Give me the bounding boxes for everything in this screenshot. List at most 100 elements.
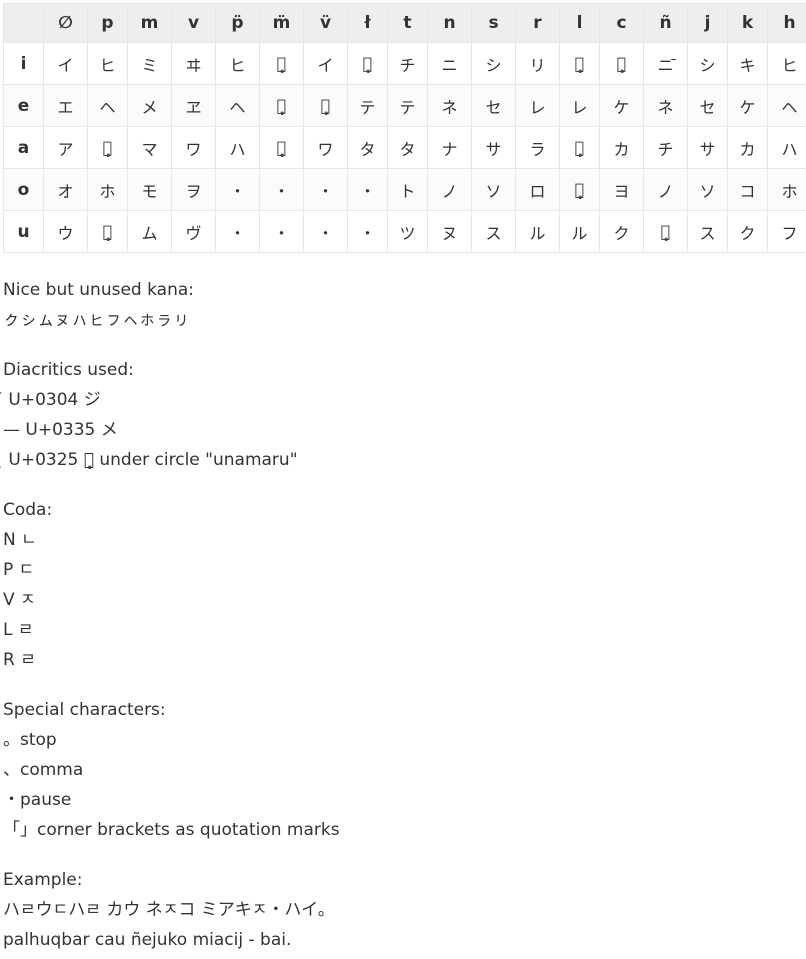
- kana-cell: ・: [215, 168, 260, 211]
- column-header: m̈: [259, 3, 304, 43]
- notes-section: Example: ハㄹウㄷハㄹ カウ ネㅈコ ミアキㅈ・ハイ。 palhuqbar …: [3, 865, 806, 955]
- kana-cell: レ: [559, 84, 600, 127]
- column-header: n: [427, 3, 472, 43]
- kana-cell: ロ̥: [559, 168, 600, 211]
- kana-cell: ・: [347, 210, 388, 253]
- kana-cell: ・: [215, 210, 260, 253]
- kana-cell: ハ: [767, 126, 806, 169]
- kana-cell: チ: [387, 42, 428, 85]
- kana-cell: メ̥: [259, 84, 304, 127]
- column-header: ñ: [643, 3, 688, 43]
- kana-cell: ク: [727, 210, 768, 253]
- column-header: j: [687, 3, 728, 43]
- kana-cell: ヲ: [171, 168, 216, 211]
- kana-cell: ク: [599, 210, 644, 253]
- table-row: a アハ̥ マワハマ̥ ワタタナサララ̥ カチサカハ: [3, 126, 806, 169]
- kana-cell: ヘ: [767, 84, 806, 127]
- page: ∅ p m v p̈ m̈ v̈ ł t n s r l c ñ j k h i イヒミヰヒミ̥ イチ̥ チニシリリ̥ キ…: [0, 0, 806, 955]
- column-header: r: [515, 3, 560, 43]
- kana-cell: フ: [767, 210, 806, 253]
- section-line: palhuqbar cau ñejuko miacij - bai.: [3, 930, 292, 950]
- row-label: a: [3, 126, 44, 169]
- section-line: ̥ U+0325 シ̥ under circle "unamaru": [3, 450, 298, 470]
- notes-section: Coda: N ㄴ P ㄷ V ㅈ L ㄹ R ㄹ: [3, 495, 806, 675]
- notes-section: Nice but unused kana: ㇰㇱㇺㇴㇵㇶㇷㇸㇹㇻㇼ: [3, 275, 806, 335]
- kana-cell: ム: [127, 210, 172, 253]
- header-row: ∅ p m v p̈ m̈ v̈ ł t n s r l c ñ j k h: [3, 3, 806, 43]
- kana-cell: ツ: [387, 210, 428, 253]
- column-header: p̈: [215, 3, 260, 43]
- kana-cell: ト: [387, 168, 428, 211]
- kana-cell: ナ: [427, 126, 472, 169]
- section-heading: Diacritics used:: [3, 360, 134, 380]
- section-heading: Coda:: [3, 500, 53, 520]
- section-line: — U+0335 メ: [3, 420, 118, 440]
- kana-cell: ワ: [171, 126, 216, 169]
- kana-cell: シ: [687, 42, 728, 85]
- kana-cell: テ: [347, 84, 388, 127]
- table-row: u ウフ̥ ムヴ・・・・ツヌスルルクヌ̥ スクフ: [3, 210, 806, 253]
- kana-cell: ア: [43, 126, 88, 169]
- table-row: e エヘメヱヘメ̥ エ̥ テテネセレレケネセケヘ: [3, 84, 806, 127]
- kana-cell: ネ: [427, 84, 472, 127]
- section-line: 「」corner brackets as quotation marks: [3, 820, 340, 840]
- kana-cell: キ̥: [599, 42, 644, 85]
- row-label: u: [3, 210, 44, 253]
- kana-cell: ノ: [643, 168, 688, 211]
- notes-section: Diacritics used:̄ U+0304 ジ — U+0335 メ̥ U+…: [3, 355, 806, 475]
- kana-cell: ヘ: [87, 84, 128, 127]
- kana-cell: ミ̥: [259, 42, 304, 85]
- kana-cell: モ: [127, 168, 172, 211]
- section-heading: Nice but unused kana:: [3, 280, 195, 300]
- kana-cell: ・: [259, 168, 304, 211]
- kana-cell: ・: [303, 210, 348, 253]
- corner-cell: [3, 3, 44, 43]
- kana-cell: ・: [347, 168, 388, 211]
- kana-cell: テ: [387, 84, 428, 127]
- kana-cell: ル: [515, 210, 560, 253]
- kana-cell: サ: [687, 126, 728, 169]
- kana-cell: ミ: [127, 42, 172, 85]
- kana-cell: ホ: [767, 168, 806, 211]
- kana-cell: ヘ: [215, 84, 260, 127]
- kana-cell: ヒ: [87, 42, 128, 85]
- column-header: ∅: [43, 3, 88, 43]
- kana-cell: リ̥: [559, 42, 600, 85]
- kana-cell: イ: [303, 42, 348, 85]
- section-line: V ㅈ: [3, 590, 36, 610]
- row-label: i: [3, 42, 44, 85]
- kana-cell: ホ: [87, 168, 128, 211]
- kana-cell: イ: [43, 42, 88, 85]
- column-header: ł: [347, 3, 388, 43]
- kana-cell: オ: [43, 168, 88, 211]
- section-line: R ㄹ: [3, 650, 36, 670]
- kana-cell: ケ: [599, 84, 644, 127]
- column-header: k: [727, 3, 768, 43]
- kana-cell: セ: [471, 84, 516, 127]
- section-line: N ㄴ: [3, 530, 37, 550]
- notes-section: Special characters: 。stop 、comma ・pause 「」co…: [3, 695, 806, 845]
- section-heading: Special characters:: [3, 700, 166, 720]
- kana-cell: ハ: [215, 126, 260, 169]
- column-header: v̈: [303, 3, 348, 43]
- kana-cell: ヒ: [767, 42, 806, 85]
- kana-cell: ケ: [727, 84, 768, 127]
- column-header: v: [171, 3, 216, 43]
- row-label: o: [3, 168, 44, 211]
- kana-cell: キ: [727, 42, 768, 85]
- kana-cell: ニ̄: [643, 42, 688, 85]
- kana-cell: フ̥: [87, 210, 128, 253]
- kana-cell: ・: [259, 210, 304, 253]
- kana-cell: ワ: [303, 126, 348, 169]
- kana-cell: カ: [599, 126, 644, 169]
- kana-cell: ノ: [427, 168, 472, 211]
- kana-cell: ハ̥: [87, 126, 128, 169]
- kana-cell: ル: [559, 210, 600, 253]
- kana-cell: リ: [515, 42, 560, 85]
- column-header: m: [127, 3, 172, 43]
- kana-cell: エ: [43, 84, 88, 127]
- kana-cell: ・: [303, 168, 348, 211]
- kana-cell: ス: [687, 210, 728, 253]
